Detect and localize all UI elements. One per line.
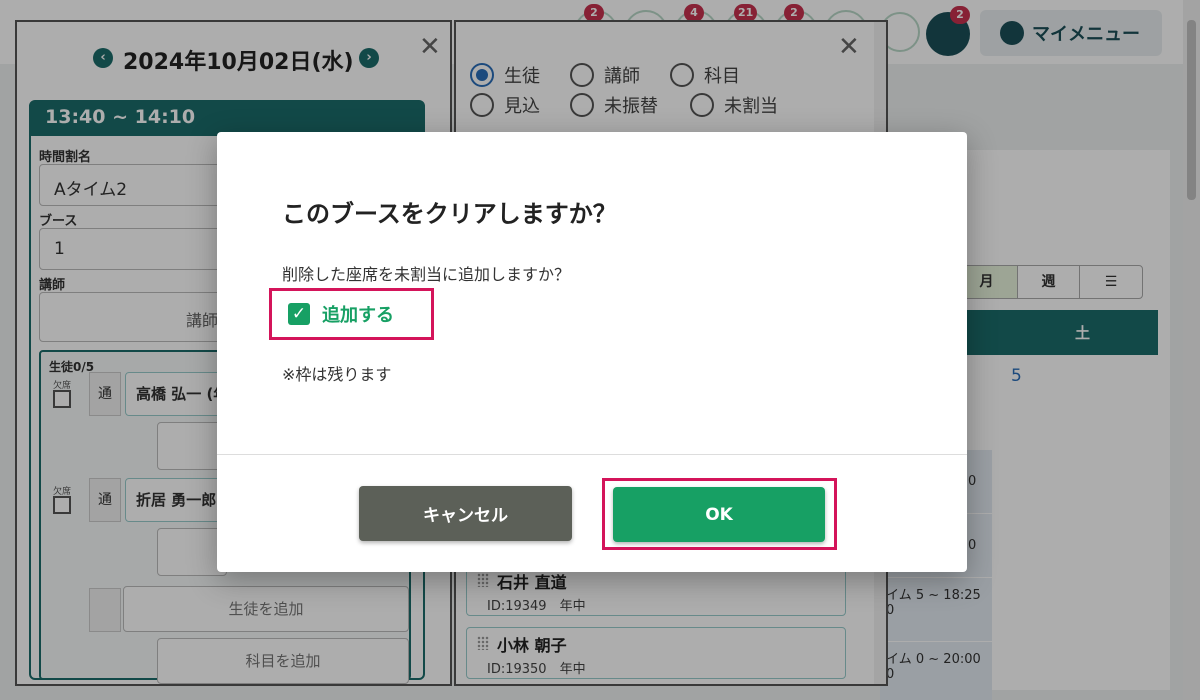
- ok-button[interactable]: OK: [613, 487, 825, 542]
- cancel-button[interactable]: キャンセル: [359, 486, 572, 541]
- confirm-dialog: このブースをクリアしますか？ 削除した座席を未割当に追加しますか？ ✓ 追加する…: [217, 132, 967, 572]
- dialog-message: 削除した座席を未割当に追加しますか？: [282, 265, 571, 284]
- divider: [217, 454, 967, 455]
- dialog-note: ※枠は残ります: [282, 365, 392, 384]
- dialog-title: このブースをクリアしますか？: [282, 200, 617, 228]
- ok-highlight: OK: [602, 478, 837, 550]
- checkbox-checked-icon[interactable]: ✓: [288, 303, 310, 325]
- add-to-unassigned-checkbox[interactable]: ✓ 追加する: [269, 288, 434, 340]
- checkbox-label[interactable]: 追加する: [322, 301, 394, 327]
